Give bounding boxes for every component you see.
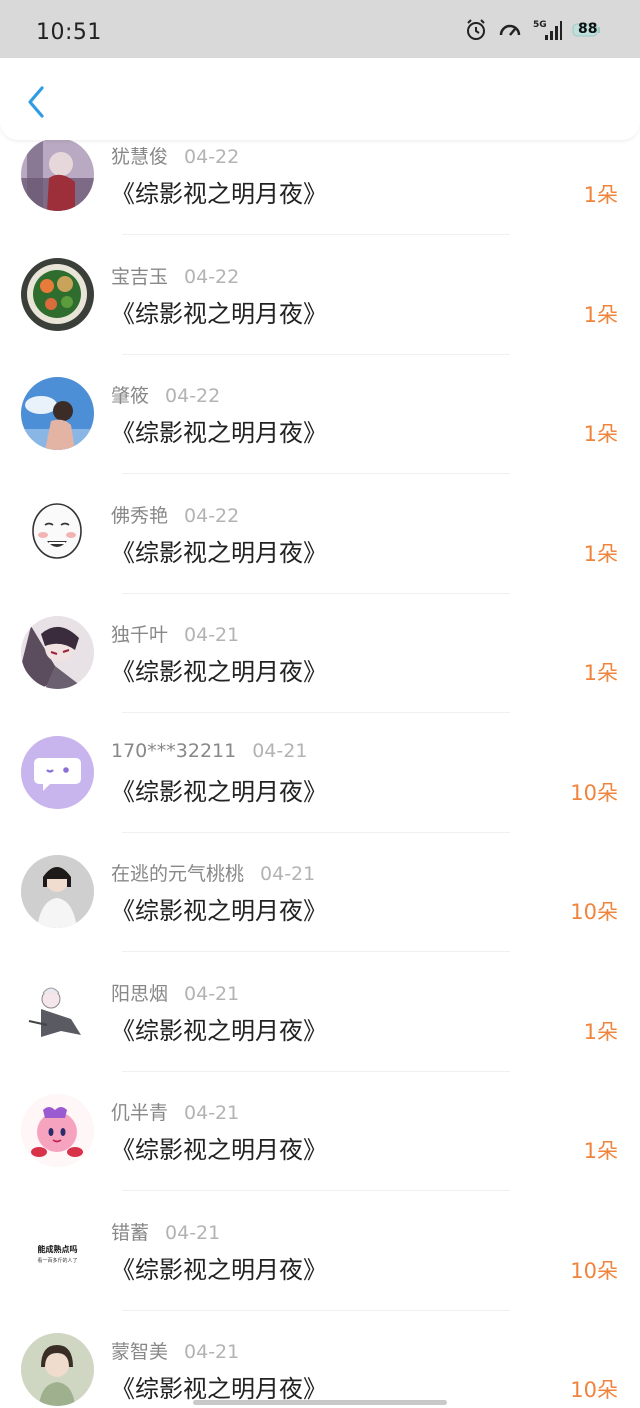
user-name: 独千叶 <box>111 624 169 646</box>
list-item[interactable]: 阳思烟 04-21 《综影视之明月夜》 1朵 <box>0 933 640 1072</box>
user-avatar[interactable] <box>21 855 94 928</box>
speedometer-icon <box>499 24 521 36</box>
list-item[interactable]: 170***32211 04-21 《综影视之明月夜》 10朵 <box>0 694 640 833</box>
list-item[interactable]: 佛秀艳 04-22 《综影视之明月夜》 1朵 <box>0 455 640 594</box>
gift-count: 1朵 <box>583 422 618 446</box>
header-bar <box>0 58 640 140</box>
user-avatar[interactable] <box>21 1333 94 1406</box>
gift-count: 1朵 <box>583 1139 618 1163</box>
back-button[interactable] <box>18 82 54 122</box>
gift-count: 10朵 <box>570 1258 618 1283</box>
avatar-subcaption: 看一百多斤的人了 <box>37 1257 77 1264</box>
user-avatar[interactable] <box>21 138 94 211</box>
gift-count: 1朵 <box>583 1019 618 1044</box>
user-name: 佛秀艳 <box>111 504 169 527</box>
chevron-left-icon <box>28 86 44 118</box>
status-icons: 5G 88 <box>464 18 602 42</box>
list-item[interactable]: 蒙智美 04-21 《综影视之明月夜》 10朵 <box>0 1291 640 1408</box>
book-title: 《综影视之明月夜》 <box>111 538 327 567</box>
gift-count: 10朵 <box>570 1378 618 1402</box>
user-avatar[interactable] <box>21 974 94 1048</box>
status-bar: 10:51 5G 88 <box>0 0 640 58</box>
gift-date: 04-21 <box>184 624 240 646</box>
gift-date: 04-21 <box>252 739 308 762</box>
gift-date: 04-21 <box>184 982 240 1005</box>
alarm-icon <box>467 19 485 40</box>
book-title: 《综影视之明月夜》 <box>111 658 327 686</box>
list-item[interactable]: 独千叶 04-21 《综影视之明月夜》 1朵 <box>0 574 640 713</box>
user-name: 错蓄 <box>111 1221 150 1244</box>
user-avatar[interactable] <box>21 735 94 809</box>
user-name: 蒙智美 <box>111 1341 169 1363</box>
gift-sender-info: 在逃的元气桃桃 04-21 <box>111 859 315 886</box>
user-name: 170***32211 <box>111 739 237 762</box>
avatar-caption: 能成熟点吗 <box>38 1244 78 1254</box>
list-item[interactable]: 宝吉玉 04-22 《综影视之明月夜》 1朵 <box>0 216 640 355</box>
user-avatar[interactable] <box>21 1094 94 1167</box>
list-item[interactable]: 仉半青 04-21 《综影视之明月夜》 1朵 <box>0 1052 640 1191</box>
battery-indicator: 88 <box>572 21 602 38</box>
gift-date: 04-21 <box>184 1102 240 1124</box>
book-title: 《综影视之明月夜》 <box>111 1136 327 1164</box>
user-avatar[interactable] <box>21 496 94 570</box>
gift-date: 04-22 <box>184 265 240 288</box>
signal-5g-icon: 5G <box>533 20 562 40</box>
list-item[interactable]: 在逃的元气桃桃 04-21 《综影视之明月夜》 10朵 <box>0 813 640 952</box>
gift-record-list: 犹慧俊 04-22 《综影视之明月夜》 1朵 宝吉玉 04-22 《综影视之明月夜》 <box>0 96 640 1408</box>
gift-count: 10朵 <box>570 900 618 924</box>
user-name: 犹慧俊 <box>111 146 169 168</box>
gift-sender-info: 佛秀艳 04-22 <box>111 501 239 528</box>
user-avatar[interactable]: 能成熟点吗 看一百多斤的人了 <box>21 1213 94 1287</box>
book-title: 《综影视之明月夜》 <box>111 1375 327 1403</box>
book-title: 《综影视之明月夜》 <box>111 897 327 925</box>
gift-date: 04-21 <box>165 1221 221 1244</box>
user-name: 阳思烟 <box>111 982 169 1005</box>
user-name: 仉半青 <box>111 1102 169 1124</box>
book-title: 《综影视之明月夜》 <box>111 1255 327 1284</box>
gift-sender-info: 犹慧俊 04-22 <box>111 142 239 169</box>
user-avatar[interactable] <box>21 257 94 331</box>
battery-level: 88 <box>578 21 598 37</box>
gift-date: 04-22 <box>184 504 240 527</box>
gift-count: 1朵 <box>583 183 618 207</box>
gift-sender-info: 仉半青 04-21 <box>111 1098 239 1125</box>
book-title: 《综影视之明月夜》 <box>111 777 327 806</box>
user-name: 肇筱 <box>111 385 150 407</box>
gift-sender-info: 170***32211 04-21 <box>111 740 307 762</box>
gift-sender-info: 蒙智美 04-21 <box>111 1337 239 1364</box>
screen: 10:51 5G 88 犹慧俊 04-22 《综影视之明月夜》 1朵 宝吉玉 0… <box>0 0 640 1408</box>
gift-date: 04-22 <box>165 385 221 407</box>
gift-sender-info: 独千叶 04-21 <box>111 620 239 647</box>
book-title: 《综影视之明月夜》 <box>111 419 327 447</box>
gift-count: 10朵 <box>570 780 618 805</box>
gift-date: 04-21 <box>184 1341 240 1363</box>
gift-sender-info: 宝吉玉 04-22 <box>111 262 239 289</box>
gift-count: 1朵 <box>583 661 618 685</box>
user-name: 宝吉玉 <box>111 265 169 288</box>
book-title: 《综影视之明月夜》 <box>111 180 327 208</box>
user-avatar[interactable] <box>21 616 94 689</box>
gift-sender-info: 肇筱 04-22 <box>111 381 220 408</box>
status-time: 10:51 <box>36 20 102 45</box>
gift-date: 04-22 <box>184 146 240 168</box>
home-indicator[interactable] <box>193 1400 447 1405</box>
list-item[interactable]: 肇筱 04-22 《综影视之明月夜》 1朵 <box>0 335 640 474</box>
gift-count: 1朵 <box>583 541 618 566</box>
user-name: 在逃的元气桃桃 <box>111 863 245 885</box>
book-title: 《综影视之明月夜》 <box>111 299 327 328</box>
gift-sender-info: 阳思烟 04-21 <box>111 979 239 1006</box>
network-label: 5G <box>533 20 547 30</box>
gift-date: 04-21 <box>260 863 316 885</box>
gift-sender-info: 错蓄 04-21 <box>111 1218 220 1245</box>
book-title: 《综影视之明月夜》 <box>111 1016 327 1045</box>
user-avatar[interactable] <box>21 377 94 450</box>
list-item[interactable]: 能成熟点吗 看一百多斤的人了 错蓄 04-21 《综影视之明月夜》 10朵 <box>0 1172 640 1311</box>
gift-count: 1朵 <box>583 302 618 327</box>
